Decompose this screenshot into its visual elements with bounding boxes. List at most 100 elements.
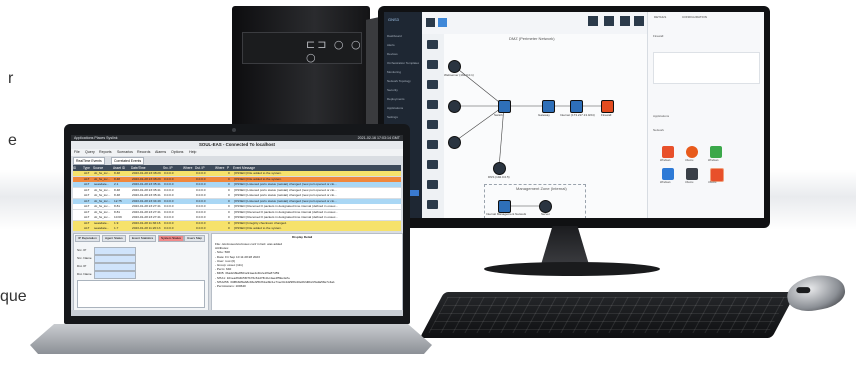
device-palette: [422, 34, 445, 218]
side-text-1: r: [8, 70, 14, 87]
sidebar-item[interactable]: Settings: [387, 115, 419, 121]
select-icon[interactable]: [438, 18, 447, 27]
properties-panel: DETAILS CONFIGURATION Firewall Applicati…: [647, 12, 764, 218]
ubuntu-icon[interactable]: [686, 146, 698, 158]
dns-node[interactable]: [493, 162, 506, 175]
menu-file[interactable]: File: [74, 150, 80, 154]
table-cell: dc_fw_loc...: [94, 215, 111, 219]
gateway-node[interactable]: [542, 100, 555, 113]
os-menu[interactable]: Applications Places Syslink: [74, 136, 118, 140]
switch-icon[interactable]: [427, 60, 438, 69]
monitor-icon[interactable]: [604, 16, 614, 26]
deploy-icon[interactable]: [588, 16, 598, 26]
app-label: Windows: [660, 181, 671, 184]
tab-agent-status[interactable]: Agent Status: [102, 235, 126, 242]
desktop-monitor: GNS3 Dashboard Alerts Devices Orchestrat…: [378, 6, 770, 228]
sidebar-item[interactable]: Network Topology: [387, 79, 419, 85]
windows-icon[interactable]: [662, 168, 674, 180]
table-cell: dc_fw_loc...: [94, 176, 111, 181]
side-text-2: e: [8, 132, 17, 149]
src-name-field[interactable]: [94, 255, 136, 263]
ubuntu-icon[interactable]: [710, 168, 724, 182]
windows-icon[interactable]: [710, 146, 722, 158]
table-cell: 0.0.0.0: [196, 204, 206, 208]
server-node[interactable]: [448, 100, 461, 113]
link-icon[interactable]: [427, 180, 438, 189]
table-cell: dc_fw_loc...: [94, 198, 111, 203]
settings-icon[interactable]: [634, 16, 644, 26]
dst-name-field[interactable]: [94, 271, 136, 279]
table-cell: 2023-01-28 23:34:49: [132, 198, 161, 203]
table-cell: [OSSEC] File added to the system.: [234, 171, 282, 175]
menu-records[interactable]: Records: [137, 150, 150, 154]
note-icon[interactable]: [427, 200, 438, 209]
topology-canvas[interactable]: DMZ (Perimeter Network) Webserver (192.0…: [444, 34, 647, 218]
app-logo: GNS3: [388, 17, 399, 22]
keyboard: [419, 292, 797, 338]
menu-options[interactable]: Options: [171, 150, 183, 154]
table-cell: 0: [228, 198, 230, 203]
table-cell: 0.0.0.0: [164, 193, 174, 197]
table-cell: 0: [228, 226, 230, 230]
tab-details[interactable]: DETAILS: [654, 15, 666, 19]
menu-query[interactable]: Query: [85, 150, 95, 154]
windows-icon[interactable]: [662, 146, 674, 158]
webcam-icon: [232, 128, 236, 132]
sidebar-item[interactable]: Applications: [387, 106, 419, 112]
server-icon[interactable]: [427, 80, 438, 89]
sidebar-item[interactable]: Monitoring: [387, 70, 419, 76]
sidebar-item[interactable]: Orchestration Templates: [387, 61, 419, 67]
tab-ip-reputation[interactable]: IP Reputation: [75, 235, 100, 242]
table-cell: 0.0.0.0: [164, 215, 174, 219]
sidebar-item[interactable]: Devices: [387, 52, 419, 58]
router-icon[interactable]: [427, 40, 438, 49]
tab-correlated-events[interactable]: Correlated Events: [111, 157, 145, 165]
table-cell: 2023-01-28 23:38:29: [132, 171, 161, 175]
tab-event-statistics[interactable]: Event Statistics: [129, 235, 157, 242]
tab-users-map[interactable]: Users Map: [184, 235, 205, 242]
results-list[interactable]: [77, 280, 205, 308]
server-node[interactable]: [448, 136, 461, 149]
switch-node[interactable]: [498, 100, 511, 113]
laptop-screen: Applications Places Syslink 2021-02-16 1…: [71, 135, 403, 316]
tab-system-status[interactable]: System Status: [158, 235, 184, 242]
vm-icon[interactable]: [427, 160, 438, 169]
table-cell: 0.0.0.0: [164, 226, 174, 230]
tab-realtime-events[interactable]: RealTime Events: [73, 157, 105, 165]
network-icon[interactable]: [620, 16, 630, 26]
internet-node[interactable]: [570, 100, 583, 113]
sidebar-item[interactable]: Dashboard: [387, 34, 419, 40]
table-cell: 2023-01-28 23:38:29: [132, 176, 161, 181]
sidebar-item[interactable]: Security: [387, 88, 419, 94]
table-cell: 8.48: [114, 176, 121, 181]
table-cell: 8.81: [114, 204, 121, 208]
table-cell: seasdate...: [94, 220, 110, 225]
table-cell: ALT: [84, 215, 90, 219]
sidebar-item[interactable]: Deployments: [387, 97, 419, 103]
webserver-node[interactable]: [448, 60, 461, 73]
table-cell: 2023-01-28 23:35:41: [132, 193, 161, 197]
firewall-node[interactable]: [601, 100, 614, 113]
menu-reports[interactable]: Reports: [99, 150, 112, 154]
firewall-icon[interactable]: [427, 100, 438, 109]
ubuntu-icon[interactable]: [686, 168, 698, 180]
os-clock: 2021-02-16 17:03:14 GMT: [357, 136, 400, 140]
table-cell: dc_fw_loc...: [94, 209, 111, 214]
menu-scenarios[interactable]: Scenarios: [117, 150, 133, 154]
menu-alarms[interactable]: Alarms: [155, 150, 166, 154]
cloud-icon[interactable]: [427, 140, 438, 149]
detail-pane: Display Detail File: /etc/ossec/etc/osse…: [211, 233, 403, 311]
src-ip-field[interactable]: [94, 247, 136, 255]
dst-ip-field[interactable]: [94, 263, 136, 271]
table-cell: 1.9: [114, 220, 119, 225]
menu-bar: File Query Reports Scenarios Records Ala…: [71, 149, 403, 156]
menu-help[interactable]: Help: [189, 150, 196, 154]
table-cell: 0: [228, 176, 230, 181]
save-icon[interactable]: [426, 18, 435, 27]
pc-icon[interactable]: [427, 120, 438, 129]
sidebar-item[interactable]: Alerts: [387, 43, 419, 49]
tab-configuration[interactable]: CONFIGURATION: [682, 15, 707, 19]
table-cell: 2023-01-28 23:27:41: [132, 209, 161, 214]
table-cell: seasdate...: [94, 182, 110, 186]
table-cell: ALT: [84, 171, 90, 175]
